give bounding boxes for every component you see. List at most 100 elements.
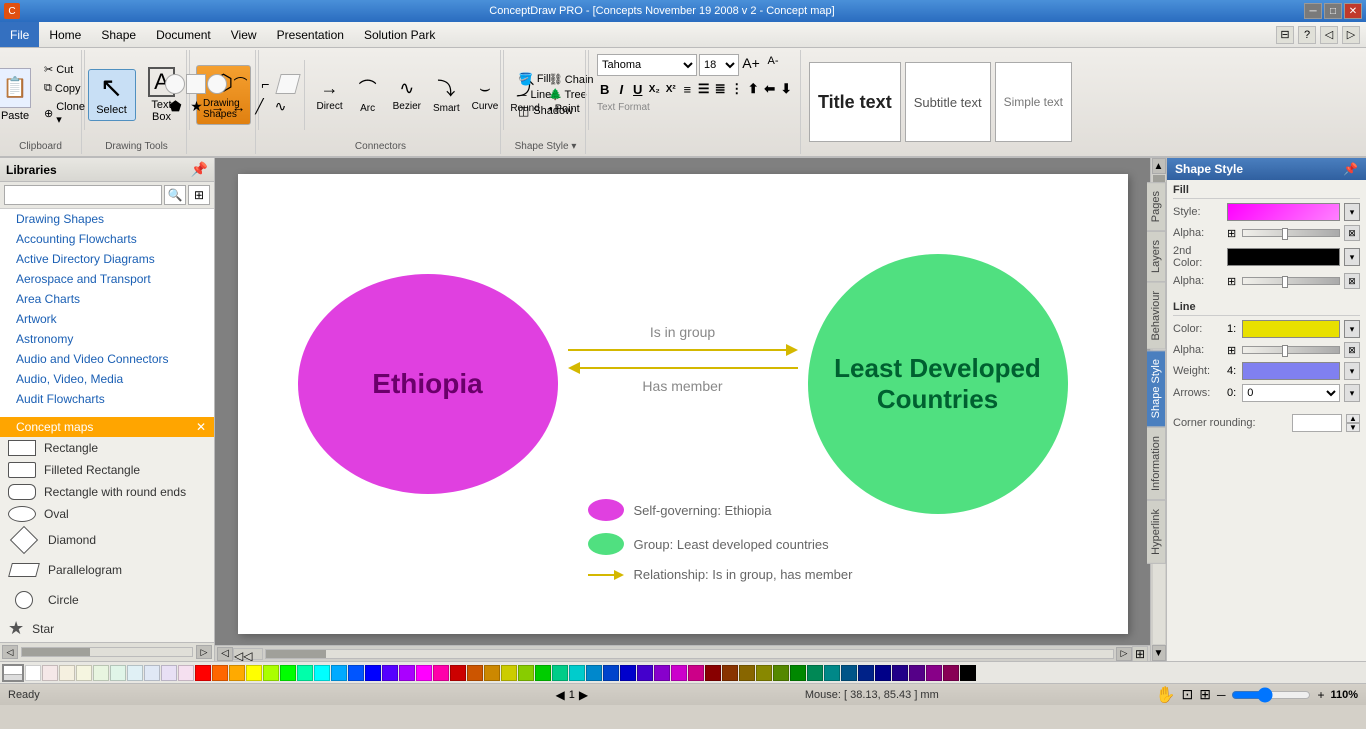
lib-scroll-right-btn[interactable]: ▷: [196, 645, 212, 659]
valign-middle-button[interactable]: ⬅: [762, 78, 778, 100]
menu-view[interactable]: View: [221, 22, 267, 47]
rect-shape-btn[interactable]: [186, 74, 206, 94]
curve-btn2[interactable]: ∿: [270, 98, 290, 116]
hand-tool-icon[interactable]: ✋: [1156, 685, 1176, 705]
next-page-btn[interactable]: ▶: [579, 688, 588, 702]
color-swatch-88cc00[interactable]: [518, 665, 534, 681]
h-scroll-corner[interactable]: ⊞: [1132, 646, 1148, 662]
shape-rectangle-item[interactable]: Rectangle: [0, 437, 214, 459]
fill-alpha-track[interactable]: [1242, 229, 1340, 237]
shape-filleted-rect-item[interactable]: Filleted Rectangle: [0, 459, 214, 481]
font-family-select[interactable]: Tahoma: [597, 54, 697, 76]
color-swatch-cc8800[interactable]: [484, 665, 500, 681]
color-swatch-008888[interactable]: [824, 665, 840, 681]
second-alpha-track[interactable]: [1242, 277, 1340, 285]
color-swatch-000000[interactable]: [960, 665, 976, 681]
library-item-accounting[interactable]: Accounting Flowcharts: [0, 229, 214, 249]
arrows-dropdown[interactable]: ▾: [1344, 384, 1360, 402]
shape-style-pin-icon[interactable]: 📌: [1343, 162, 1358, 176]
second-alpha-reset-btn[interactable]: ⊠: [1344, 273, 1360, 289]
maximize-button[interactable]: □: [1324, 3, 1342, 19]
v-scroll-down-btn[interactable]: ▼: [1152, 645, 1166, 661]
paste-button[interactable]: 📋 Paste: [0, 63, 38, 127]
zoom-out-btn[interactable]: ─: [1217, 688, 1226, 702]
color-swatch-cc5500[interactable]: [467, 665, 483, 681]
color-swatch-f5e8e8[interactable]: [42, 665, 58, 681]
star-shape-btn[interactable]: ★: [186, 98, 206, 116]
round-shape-btn[interactable]: [207, 74, 227, 94]
color-swatch-002288[interactable]: [858, 665, 874, 681]
color-swatch-ffaa00[interactable]: [229, 665, 245, 681]
color-swatch-000088[interactable]: [875, 665, 891, 681]
subtitle-style-button[interactable]: Subtitle text: [905, 62, 991, 142]
library-item-astronomy[interactable]: Astronomy: [0, 329, 214, 349]
valign-bottom-button[interactable]: ⬇: [779, 78, 795, 100]
font-shrink-button[interactable]: A-: [763, 55, 783, 75]
superscript-button[interactable]: X²: [663, 78, 679, 100]
curve-connector-button[interactable]: ⌣ Curve: [467, 71, 504, 118]
shape-star-item[interactable]: ★ Star: [0, 615, 214, 642]
tab-shape-style[interactable]: Shape Style: [1147, 350, 1166, 427]
dbl-arrow-btn[interactable]: ↔: [228, 98, 248, 116]
justify-button[interactable]: ⋮: [729, 78, 745, 100]
align-right-button[interactable]: ≣: [713, 78, 729, 100]
second-color-dropdown[interactable]: ▾: [1344, 248, 1360, 266]
color-swatch-e0e8f5[interactable]: [144, 665, 160, 681]
library-item-drawing-shapes[interactable]: Drawing Shapes: [0, 209, 214, 229]
color-swatch-880088[interactable]: [926, 665, 942, 681]
pin-icon[interactable]: 📌: [191, 161, 208, 178]
h-scroll-right-btn[interactable]: ▷: [1116, 647, 1132, 661]
lib-scroll-left-btn[interactable]: ◁: [2, 645, 18, 659]
italic-button[interactable]: I: [614, 78, 630, 100]
copy-button[interactable]: ⧉ Copy: [40, 80, 89, 97]
color-swatch-0088cc[interactable]: [586, 665, 602, 681]
weight-dropdown[interactable]: ▾: [1344, 362, 1360, 380]
shape-oval-item[interactable]: Oval: [0, 503, 214, 525]
color-swatch-ff0000[interactable]: [195, 665, 211, 681]
angle-connector-btn[interactable]: ⌐: [253, 74, 277, 94]
color-swatch-e0f5e8[interactable]: [110, 665, 126, 681]
color-swatch-f5f5e0[interactable]: [76, 665, 92, 681]
color-swatch-f5f0e0[interactable]: [59, 665, 75, 681]
color-swatch-e0f0f5[interactable]: [127, 665, 143, 681]
line-alpha-track[interactable]: [1242, 346, 1340, 354]
arrows-select[interactable]: 0: [1242, 384, 1340, 402]
menu-home[interactable]: Home: [39, 22, 91, 47]
ethiopia-oval[interactable]: Ethiopia: [298, 274, 558, 494]
smart-connector-button[interactable]: ⤵ Smart: [428, 71, 465, 118]
clone-button[interactable]: ⊕ Clone ▾: [40, 99, 89, 128]
color-swatch-00aaff[interactable]: [331, 665, 347, 681]
fill-style-swatch[interactable]: [1227, 203, 1340, 221]
color-swatch-00ffff[interactable]: [314, 665, 330, 681]
color-swatch-550088[interactable]: [909, 665, 925, 681]
library-item-audio-video[interactable]: Audio and Video Connectors: [0, 349, 214, 369]
color-swatch-00cc00[interactable]: [535, 665, 551, 681]
title-style-button[interactable]: Title text: [809, 62, 901, 142]
color-swatch-cccc00[interactable]: [501, 665, 517, 681]
library-item-aerospace[interactable]: Aerospace and Transport: [0, 269, 214, 289]
library-item-audit[interactable]: Audit Flowcharts: [0, 389, 214, 409]
library-item-active-directory[interactable]: Active Directory Diagrams: [0, 249, 214, 269]
minimize-button[interactable]: ─: [1304, 3, 1322, 19]
more-shapes-btn[interactable]: ⬟: [165, 98, 185, 116]
color-swatch-00cccc[interactable]: [569, 665, 585, 681]
underline-button[interactable]: U: [630, 78, 646, 100]
bezier-connector-button[interactable]: ∿ Bezier: [388, 71, 426, 118]
prev-page-btn[interactable]: ◀: [555, 688, 564, 702]
color-swatch-0044cc[interactable]: [603, 665, 619, 681]
color-swatch-aaff00[interactable]: [263, 665, 279, 681]
font-size-select[interactable]: 18: [699, 54, 739, 76]
cut-button[interactable]: ✂ Cut: [40, 61, 89, 78]
tab-pages[interactable]: Pages: [1147, 182, 1166, 231]
close-button[interactable]: ✕: [1344, 3, 1362, 19]
color-swatch-e8f5e0[interactable]: [93, 665, 109, 681]
color-swatch-0000cc[interactable]: [620, 665, 636, 681]
font-grow-button[interactable]: A+: [741, 55, 761, 75]
tab-layers[interactable]: Layers: [1147, 231, 1166, 282]
tab-behaviour[interactable]: Behaviour: [1147, 282, 1166, 350]
zoom-slider[interactable]: [1231, 687, 1311, 703]
color-swatch-880055[interactable]: [943, 665, 959, 681]
para-shape-btn[interactable]: [276, 74, 301, 94]
help-button[interactable]: ?: [1298, 26, 1316, 44]
menu-document[interactable]: Document: [146, 22, 221, 47]
